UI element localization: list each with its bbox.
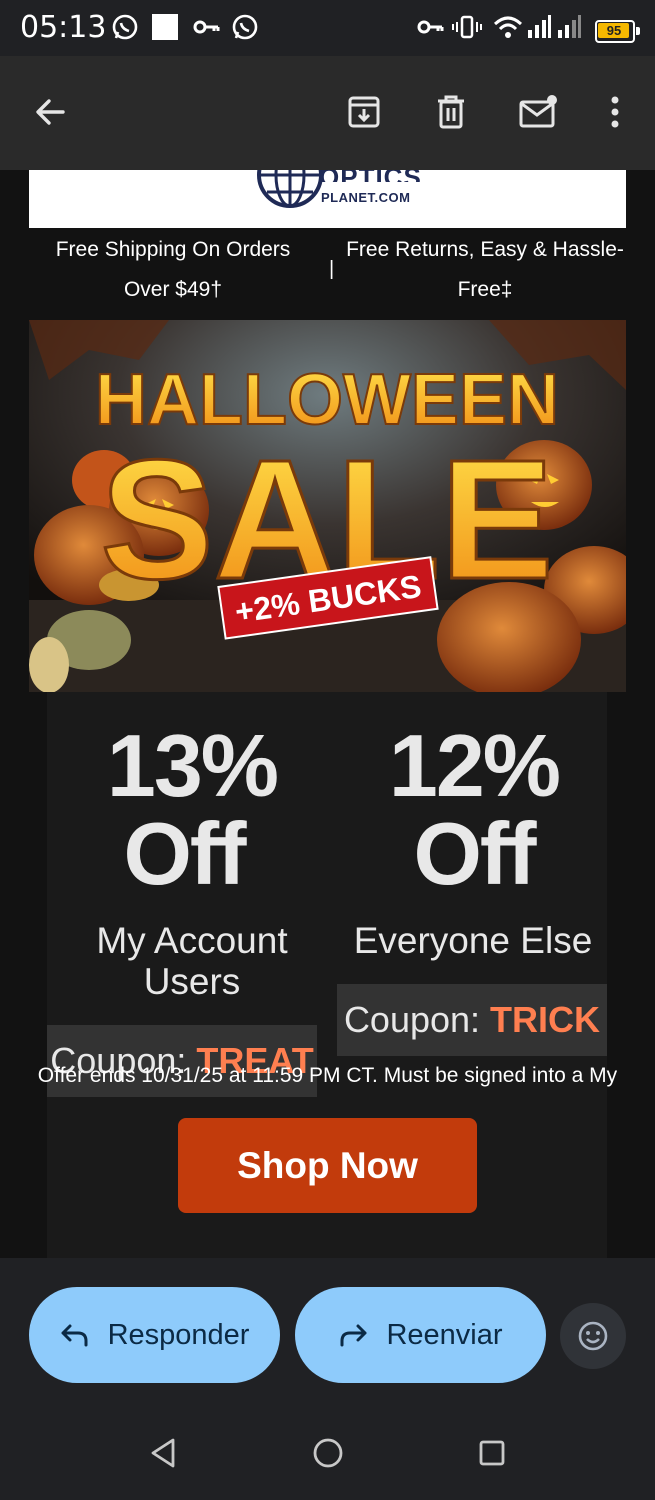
globe-logo-icon: [257, 170, 323, 208]
more-options-button[interactable]: [587, 84, 643, 140]
whatsapp-icon: [232, 14, 258, 40]
key-icon: [193, 20, 220, 34]
email-body[interactable]: OPTICS PLANET.COM Free Shipping On Order…: [0, 170, 655, 1258]
system-nav-bar: [0, 1408, 655, 1500]
reply-icon: [60, 1323, 90, 1347]
trash-icon: [438, 95, 464, 129]
halloween-banner-art: HALLOWEEN SALE +2% BUCKS: [29, 320, 626, 692]
logo-text: PLANET.COM: [321, 190, 411, 205]
shipping-separator: |: [329, 258, 335, 280]
halloween-sale-banner[interactable]: HALLOWEEN SALE +2% BUCKS: [29, 320, 626, 692]
reply-button[interactable]: Responder: [29, 1287, 280, 1383]
back-triangle-icon[interactable]: [148, 1436, 178, 1470]
delete-button[interactable]: [423, 84, 479, 140]
signal-icon: [558, 15, 581, 38]
archive-button[interactable]: [336, 84, 392, 140]
back-arrow-icon: [36, 99, 65, 125]
more-vert-icon: [611, 96, 619, 128]
coupon-trick[interactable]: Coupon: TRICK: [337, 984, 607, 1056]
free-returns-text: Free Returns, Easy & Hassle-Free‡: [346, 238, 624, 301]
vpn-key-icon: [417, 20, 444, 34]
status-time: 05:13: [20, 10, 107, 45]
shop-now-button[interactable]: Shop Now: [178, 1118, 477, 1213]
vibrate-icon: [452, 15, 482, 39]
status-bar: 05:13 95: [0, 0, 655, 56]
archive-icon: [348, 96, 380, 128]
home-circle-icon[interactable]: [311, 1436, 345, 1470]
shipping-strip: Free Shipping On Orders Over $49† | Free…: [29, 228, 626, 320]
offer-off: Off: [413, 804, 536, 903]
whatsapp-icon: [112, 14, 138, 40]
offer-off: Off: [123, 804, 246, 903]
email-toolbar: [0, 56, 655, 170]
offer-percent: 13%: [106, 716, 279, 815]
wifi-icon: [493, 16, 523, 38]
recents-square-icon[interactable]: [477, 1436, 507, 1470]
battery-icon: 95: [595, 20, 640, 43]
offer-audience: Everyone Else: [353, 920, 593, 961]
mark-unread-button[interactable]: [510, 84, 566, 140]
reply-label: Responder: [107, 1318, 250, 1351]
reply-actions-bar: Responder Reenviar: [0, 1258, 655, 1408]
logo-top-fragment: OPTICS: [319, 170, 422, 182]
battery-level: 95: [606, 23, 622, 38]
coupon-label: Coupon:: [343, 999, 491, 1040]
free-shipping-text: Free Shipping On Orders Over $49†: [55, 238, 291, 301]
mark-unread-icon: [519, 95, 557, 128]
back-button[interactable]: [22, 84, 78, 140]
offer-terms-text: Offer ends 10/31/25 at 11:59 PM CT. Must…: [37, 1064, 618, 1087]
coupon-code: TRICK: [490, 999, 601, 1040]
square-icon: [152, 14, 178, 40]
opticsplanet-logo-header[interactable]: OPTICS PLANET.COM: [29, 170, 626, 228]
emoji-reaction-button[interactable]: [560, 1303, 626, 1369]
emoji-reaction-icon: [578, 1321, 608, 1351]
offer-percent: 12%: [388, 716, 561, 815]
signal-icon: [528, 15, 551, 38]
offer-audience: My Account Users: [96, 920, 288, 1002]
offers-section: 13% Off My Account Users Coupon: TREAT 1…: [47, 692, 607, 1258]
forward-icon: [338, 1323, 368, 1347]
forward-label: Reenviar: [386, 1318, 503, 1351]
forward-button[interactable]: Reenviar: [295, 1287, 546, 1383]
